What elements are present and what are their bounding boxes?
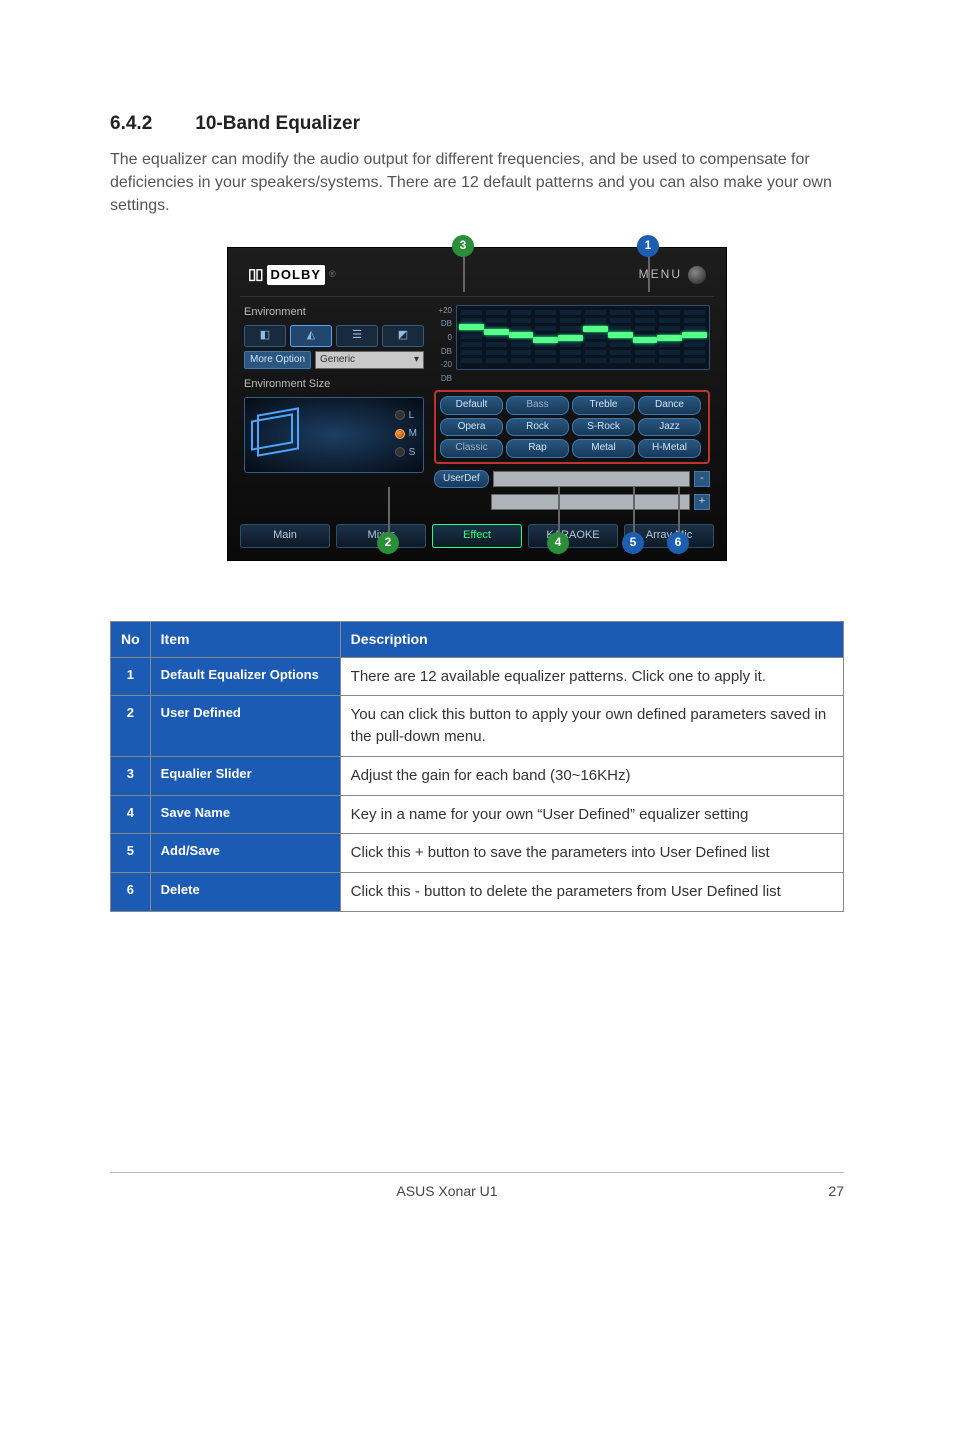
environment-size-title: Environment Size [244, 377, 424, 393]
size-small[interactable]: S [395, 446, 417, 461]
audio-panel: ▯▯ DOLBY ® MENU Environment ◧ ◭ ☰ ◩ More… [227, 247, 727, 561]
section-heading: 6.4.2 10-Band Equalizer [110, 110, 844, 138]
table-row: 6 Delete Click this - button to delete t… [111, 873, 844, 912]
eq-band-slider[interactable] [610, 310, 631, 365]
table-row: 5 Add/Save Click this + button to save t… [111, 834, 844, 873]
preset-grid: Default Bass Treble Dance Opera Rock S-R… [434, 390, 710, 464]
preset-metal[interactable]: Metal [572, 439, 635, 458]
preset-hmetal[interactable]: H-Metal [638, 439, 701, 458]
environment-presets: ◧ ◭ ☰ ◩ [244, 325, 424, 347]
section-title: 10-Band Equalizer [195, 113, 360, 134]
preset-classic[interactable]: Classic [440, 439, 503, 458]
room-size-widget: L M S [244, 397, 424, 473]
preset-jazz[interactable]: Jazz [638, 418, 701, 437]
eq-band-slider[interactable] [659, 310, 680, 365]
chevron-down-icon: ▾ [414, 352, 419, 368]
footer-product: ASUS Xonar U1 [396, 1181, 497, 1201]
size-medium[interactable]: M [395, 427, 417, 442]
preset-treble[interactable]: Treble [572, 396, 635, 415]
panel-top-bar: ▯▯ DOLBY ® MENU [240, 260, 714, 297]
screenshot-figure: 1 2 3 4 5 6 ▯▯ DOLBY ® MENU Environment … [227, 247, 727, 561]
dropdown-value: Generic [320, 352, 355, 368]
size-large[interactable]: L [395, 409, 417, 424]
preset-bass[interactable]: Bass [506, 396, 569, 415]
eq-band-slider[interactable] [585, 310, 606, 365]
eq-axis: +20DB 0DB -20DB [434, 305, 452, 385]
col-item: Item [150, 622, 340, 657]
dolby-logo: ▯▯ DOLBY ® [248, 264, 336, 286]
eq-band-slider[interactable] [511, 310, 532, 365]
eq-band-slider[interactable] [684, 310, 705, 365]
preset-opera[interactable]: Opera [440, 418, 503, 437]
eq-band-slider[interactable] [635, 310, 656, 365]
save-name-input[interactable] [491, 494, 690, 510]
preset-rock[interactable]: Rock [506, 418, 569, 437]
preset-dance[interactable]: Dance [638, 396, 701, 415]
tab-main[interactable]: Main [240, 524, 330, 548]
environment-title: Environment [244, 305, 424, 321]
page-footer: ASUS Xonar U1 27 [110, 1172, 844, 1201]
dolby-icon: ▯▯ [248, 264, 263, 286]
callout-3: 3 [452, 235, 474, 257]
tab-effect[interactable]: Effect [432, 524, 522, 548]
table-row: 2 User Defined You can click this button… [111, 696, 844, 757]
callout-6: 6 [667, 532, 689, 554]
registered-icon: ® [329, 268, 336, 281]
table-row: 4 Save Name Key in a name for your own “… [111, 795, 844, 834]
table-row: 1 Default Equalizer Options There are 12… [111, 657, 844, 696]
eq-band-slider[interactable] [461, 310, 482, 365]
eq-band-slider[interactable] [486, 310, 507, 365]
callout-2: 2 [377, 532, 399, 554]
preset-rap[interactable]: Rap [506, 439, 569, 458]
preset-default[interactable]: Default [440, 396, 503, 415]
col-no: No [111, 622, 151, 657]
env-preset-4[interactable]: ◩ [382, 325, 424, 347]
equalizer-sliders [456, 305, 710, 370]
table-row: 3 Equalier Slider Adjust the gain for ea… [111, 756, 844, 795]
env-preset-3[interactable]: ☰ [336, 325, 378, 347]
eq-band-slider[interactable] [535, 310, 556, 365]
preset-srock[interactable]: S-Rock [572, 418, 635, 437]
add-save-button[interactable]: + [694, 494, 710, 510]
equalizer-block: +20DB 0DB -20DB [434, 305, 710, 385]
more-option-button[interactable]: More Option [244, 351, 311, 369]
userdef-button[interactable]: UserDef [434, 470, 489, 489]
col-desc: Description [340, 622, 843, 657]
userdef-dropdown[interactable] [493, 471, 690, 487]
section-number: 6.4.2 [110, 110, 190, 138]
eq-band-slider[interactable] [560, 310, 581, 365]
callout-1: 1 [637, 235, 659, 257]
env-preset-2[interactable]: ◭ [290, 325, 332, 347]
room-cube-icon [251, 411, 299, 459]
section-intro: The equalizer can modify the audio outpu… [110, 148, 844, 218]
menu-label: MENU [639, 266, 682, 283]
environment-dropdown[interactable]: Generic ▾ [315, 351, 424, 369]
callout-4: 4 [547, 532, 569, 554]
description-table: No Item Description 1 Default Equalizer … [110, 621, 844, 912]
env-preset-1[interactable]: ◧ [244, 325, 286, 347]
footer-page: 27 [784, 1181, 844, 1201]
callout-5: 5 [622, 532, 644, 554]
tab-karaoke[interactable]: KARAOKE [528, 524, 618, 548]
delete-button[interactable]: - [694, 471, 710, 487]
menu-orb-icon [688, 266, 706, 284]
dolby-text: DOLBY [267, 265, 326, 286]
